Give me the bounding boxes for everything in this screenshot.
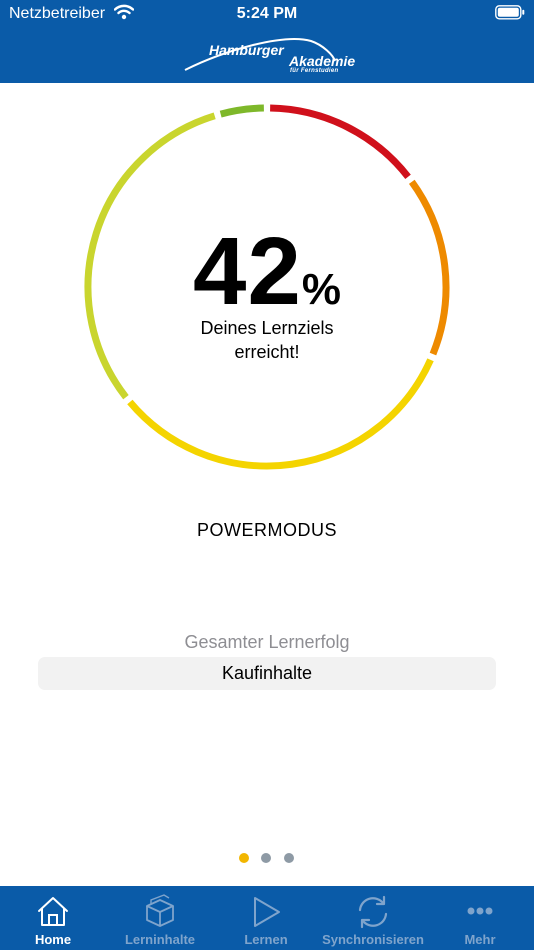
overall-success-label: Gesamter Lernerfolg bbox=[184, 632, 350, 652]
tab-synchronisieren[interactable]: Synchronisieren bbox=[320, 886, 426, 950]
tab-synchronisieren-label: Synchronisieren bbox=[322, 932, 424, 947]
sync-icon bbox=[320, 894, 426, 930]
tab-home[interactable]: Home bbox=[0, 886, 106, 950]
purchase-content-button[interactable]: Kaufinhalte bbox=[38, 657, 496, 690]
tab-lernen[interactable]: Lernen bbox=[213, 886, 319, 950]
progress-percentage: 42% bbox=[84, 224, 450, 320]
tab-mehr-label: Mehr bbox=[464, 932, 496, 947]
tab-lernen-label: Lernen bbox=[244, 932, 288, 947]
gauge-segment-green bbox=[219, 104, 265, 118]
tab-mehr[interactable]: Mehr bbox=[427, 886, 533, 950]
page-dot-2[interactable] bbox=[261, 853, 271, 863]
tab-lerninhalte[interactable]: Lerninhalte bbox=[107, 886, 213, 950]
progress-caption: Deines Lernziels erreicht! bbox=[84, 316, 450, 364]
progress-gauge: 42% Deines Lernziels erreicht! bbox=[84, 104, 450, 470]
logo-text-hamburger: Hamburger bbox=[209, 42, 284, 58]
page-dot-1[interactable] bbox=[239, 853, 249, 863]
gauge-segment-yellow bbox=[127, 358, 434, 470]
battery-icon bbox=[495, 5, 525, 25]
clock-label: 5:24 PM bbox=[236, 5, 298, 22]
hamburger-akademie-logo: Hamburger Akademie für Fernstudien bbox=[183, 31, 356, 77]
tab-lerninhalte-label: Lerninhalte bbox=[124, 932, 196, 947]
logo-text-fernstudien: für Fernstudien bbox=[290, 68, 339, 74]
percent-value: 42 bbox=[193, 218, 302, 325]
gauge-segment-red bbox=[270, 104, 411, 179]
percent-sign: % bbox=[301, 265, 341, 314]
tab-home-label: Home bbox=[34, 932, 72, 947]
more-icon bbox=[427, 894, 533, 930]
logo-text-akademie: Akademie bbox=[289, 53, 356, 69]
page-dot-3[interactable] bbox=[284, 853, 294, 863]
mode-label: POWERMODUS bbox=[197, 520, 337, 540]
caption-line-2: erreicht! bbox=[234, 342, 300, 362]
play-icon bbox=[213, 894, 319, 930]
home-icon bbox=[0, 894, 106, 930]
tab-bar: Home Lerninhalte Lernen Synchronisieren … bbox=[0, 886, 534, 950]
box-icon bbox=[107, 894, 213, 930]
app-header: Netzbetreiber 5:24 PM Hamburger Akademie… bbox=[0, 0, 534, 83]
caption-line-1: Deines Lernziels bbox=[200, 318, 334, 338]
status-bar: Netzbetreiber 5:24 PM bbox=[0, 0, 534, 28]
